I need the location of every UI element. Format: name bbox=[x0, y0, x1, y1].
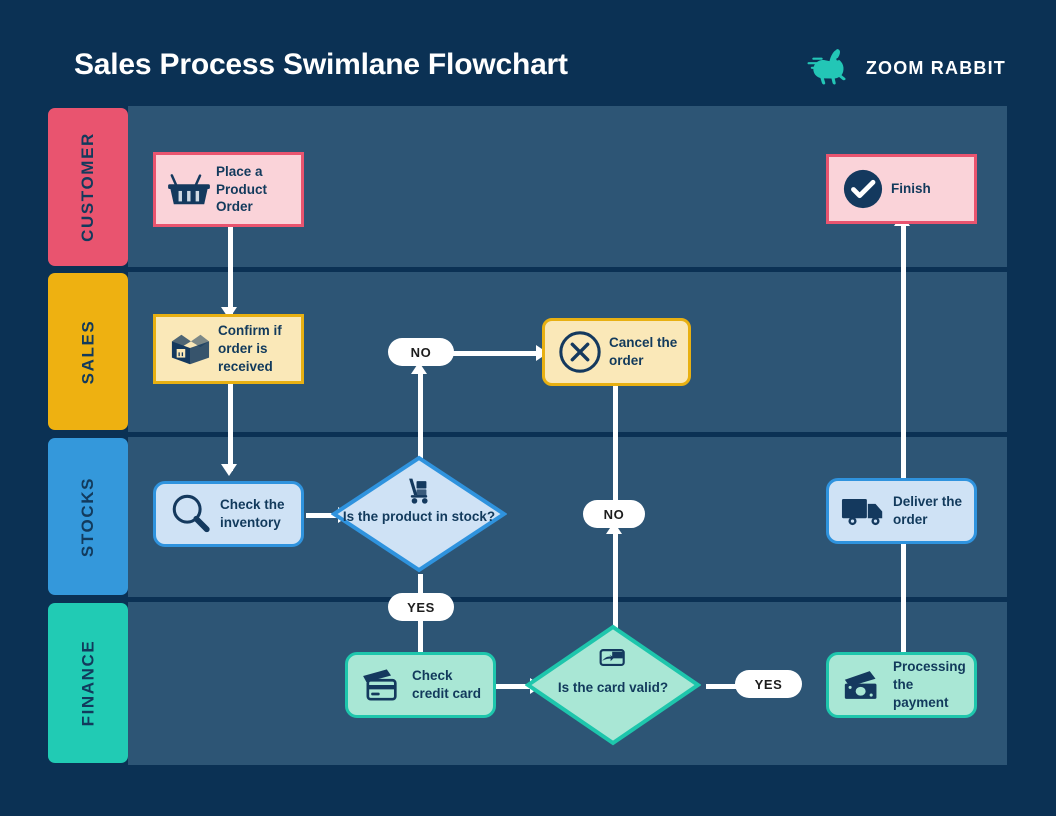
money-icon bbox=[835, 669, 893, 702]
decision-label-card-no[interactable]: NO bbox=[583, 500, 645, 528]
node-label-processing-payment: Processing the payment bbox=[893, 659, 966, 710]
brand-logo-group: ZOOM RABBIT bbox=[806, 47, 1006, 89]
rabbit-icon bbox=[807, 49, 846, 85]
node-cancel-order[interactable]: Cancel the order bbox=[542, 318, 691, 386]
page-title: Sales Process Swimlane Flowchart bbox=[74, 48, 568, 81]
lane-divider-1 bbox=[128, 267, 1007, 272]
lane-label-sales: SALES bbox=[78, 319, 97, 384]
lane-tab-sales: SALES bbox=[48, 273, 128, 430]
connector-cardq-to-no bbox=[613, 528, 618, 632]
connector-deliver-to-finish bbox=[901, 220, 906, 484]
node-deliver-order[interactable]: Deliver the order bbox=[826, 478, 977, 544]
node-label-card-valid: Is the card valid? bbox=[557, 680, 669, 695]
node-confirm-order[interactable]: Confirm if order is received bbox=[153, 314, 304, 384]
decision-text: YES bbox=[407, 599, 435, 615]
decision-label-stock-yes[interactable]: YES bbox=[388, 593, 454, 621]
lane-divider-3 bbox=[128, 597, 1007, 602]
connector-processing-to-deliver bbox=[901, 538, 906, 656]
node-card-valid-decision[interactable]: Is the card valid? bbox=[525, 624, 701, 746]
connector-stockq-to-no bbox=[418, 368, 423, 468]
node-place-order[interactable]: Place a Product Order bbox=[153, 152, 304, 227]
node-product-in-stock-decision[interactable]: Is the product in stock? bbox=[331, 455, 507, 573]
node-finish[interactable]: Finish bbox=[826, 154, 977, 224]
x-circle-icon bbox=[551, 329, 609, 375]
lane-tab-finance: FINANCE bbox=[48, 603, 128, 763]
arrowhead-confirm-to-inventory bbox=[221, 464, 237, 476]
connector-no-to-cancel-2 bbox=[613, 378, 618, 502]
node-label-check-inventory: Check the inventory bbox=[220, 497, 285, 530]
delivery-truck-icon bbox=[835, 495, 893, 528]
node-label-place-order: Place a Product Order bbox=[216, 163, 268, 215]
lane-label-stocks: STOCKS bbox=[78, 476, 98, 557]
node-check-credit-card[interactable]: Check credit card bbox=[345, 652, 496, 718]
hand-truck-icon bbox=[331, 477, 507, 505]
card-payment-icon bbox=[525, 648, 701, 672]
node-label-check-credit-card: Check credit card bbox=[412, 668, 482, 701]
magnifier-icon bbox=[162, 492, 220, 536]
node-label-confirm-order: Confirm if order is received bbox=[218, 323, 282, 374]
credit-card-icon bbox=[354, 667, 412, 703]
connector-confirm-to-inventory bbox=[228, 383, 233, 471]
connector-no-to-cancel bbox=[453, 351, 543, 356]
node-label-cancel-order: Cancel the order bbox=[609, 335, 678, 368]
node-label-deliver-order: Deliver the order bbox=[893, 494, 963, 527]
lane-tab-stocks: STOCKS bbox=[48, 438, 128, 595]
node-label-product-in-stock: Is the product in stock? bbox=[342, 509, 496, 524]
header: Sales Process Swimlane Flowchart ZOOM RA… bbox=[0, 0, 1056, 105]
lane-label-finance: FINANCE bbox=[78, 639, 98, 727]
decision-label-card-yes[interactable]: YES bbox=[735, 670, 802, 698]
decision-label-stock-no[interactable]: NO bbox=[388, 338, 454, 366]
flowchart-page: Sales Process Swimlane Flowchart ZOOM RA… bbox=[0, 0, 1056, 816]
lane-tab-customer: CUSTOMER bbox=[48, 108, 128, 266]
decision-text: NO bbox=[603, 506, 625, 522]
check-circle-icon bbox=[835, 168, 891, 210]
brand-name: ZOOM RABBIT bbox=[865, 57, 1006, 78]
node-label-finish: Finish bbox=[891, 181, 931, 197]
lane-divider-2 bbox=[128, 432, 1007, 437]
decision-text: NO bbox=[410, 344, 432, 360]
connector-place-to-confirm bbox=[228, 226, 233, 314]
shopping-basket-icon bbox=[162, 171, 216, 209]
lane-label-customer: CUSTOMER bbox=[78, 132, 97, 242]
decision-text: YES bbox=[754, 676, 783, 692]
node-check-inventory[interactable]: Check the inventory bbox=[153, 481, 304, 547]
package-box-icon bbox=[162, 329, 218, 369]
node-processing-payment[interactable]: Processing the payment bbox=[826, 652, 977, 718]
swimlane-panel: CUSTOMER SALES STOCKS FINANCE Place a Pr… bbox=[48, 106, 1007, 765]
